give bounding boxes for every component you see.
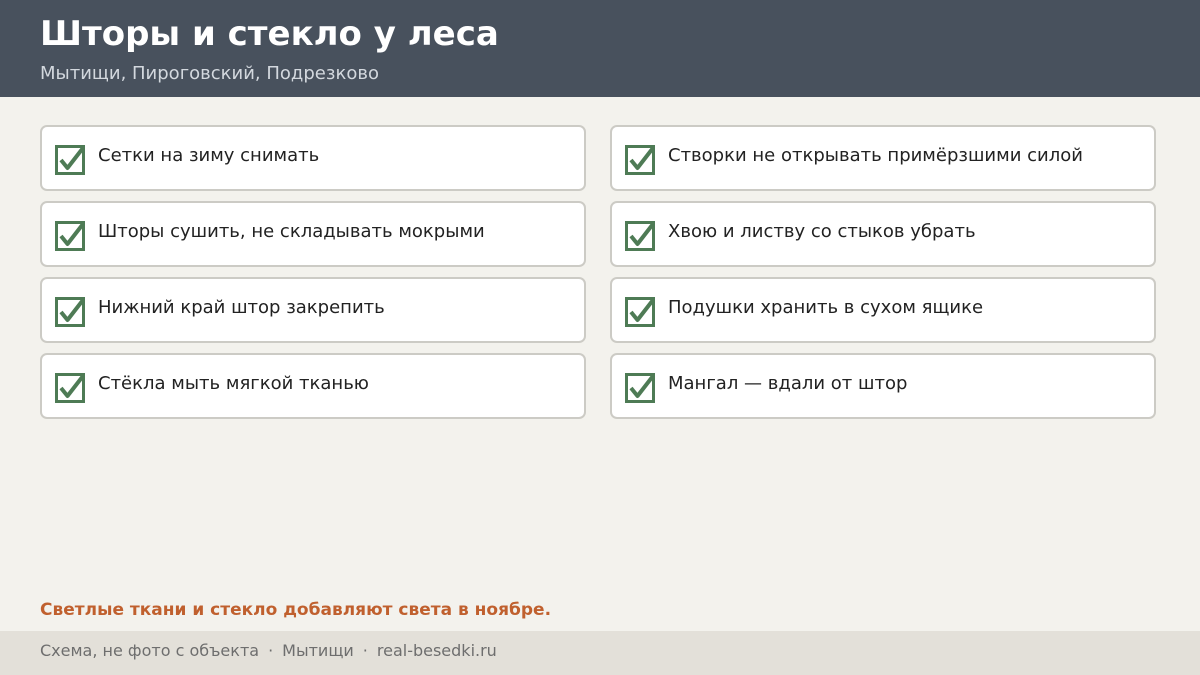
header-bar: Шторы и стекло у леса Мытищи, Пироговски…	[0, 0, 1200, 97]
checkbox-checked-icon	[625, 373, 655, 403]
checkbox-checked-icon	[55, 297, 85, 327]
checklist-item-label: Подушки хранить в сухом ящике	[668, 297, 984, 318]
checklist-item-label: Сетки на зиму снимать	[98, 145, 320, 166]
footer-separator: ·	[362, 641, 368, 660]
footer-site-link[interactable]: real-besedki.ru	[377, 641, 497, 660]
checkbox-checked-icon	[625, 145, 655, 175]
checklist-item-label: Хвою и листву со стыков убрать	[668, 221, 976, 242]
checklist-item-label: Нижний край штор закрепить	[98, 297, 385, 318]
checklist-item: Шторы сушить, не складывать мокрыми	[40, 201, 586, 267]
checklist-item-label: Мангал — вдали от штор	[668, 373, 908, 394]
footer-separator: ·	[268, 641, 274, 660]
footer-city: Мытищи	[282, 641, 354, 660]
checklist-item-label: Стёкла мыть мягкой тканью	[98, 373, 369, 394]
checklist-item: Нижний край штор закрепить	[40, 277, 586, 343]
checkbox-checked-icon	[55, 221, 85, 251]
footer-bar: Схема, не фото с объекта · Мытищи · real-bes…	[0, 631, 1200, 675]
footer-disclaimer: Схема, не фото с объекта	[40, 641, 260, 660]
checkbox-checked-icon	[625, 221, 655, 251]
checklist-item: Хвою и листву со стыков убрать	[610, 201, 1156, 267]
checklist-item: Подушки хранить в сухом ящике	[610, 277, 1156, 343]
page-subtitle: Мытищи, Пироговский, Подрезково	[40, 63, 379, 84]
checkbox-checked-icon	[625, 297, 655, 327]
checkbox-checked-icon	[55, 145, 85, 175]
page-title: Шторы и стекло у леса	[40, 14, 499, 54]
footer-caption: Схема, не фото с объекта · Мытищи · real-bes…	[40, 641, 497, 660]
highlight-note: Светлые ткани и стекло добавляют света в…	[40, 600, 552, 620]
checkbox-checked-icon	[55, 373, 85, 403]
checklist-item: Сетки на зиму снимать	[40, 125, 586, 191]
checklist-item: Стёкла мыть мягкой тканью	[40, 353, 586, 419]
checklist-item-label: Шторы сушить, не складывать мокрыми	[98, 221, 485, 242]
checklist-grid: Сетки на зиму снимать Створки не открыва…	[40, 125, 1156, 419]
checklist-item-label: Створки не открывать примёрзшими силой	[668, 145, 1083, 166]
checklist-item: Мангал — вдали от штор	[610, 353, 1156, 419]
checklist-item: Створки не открывать примёрзшими силой	[610, 125, 1156, 191]
